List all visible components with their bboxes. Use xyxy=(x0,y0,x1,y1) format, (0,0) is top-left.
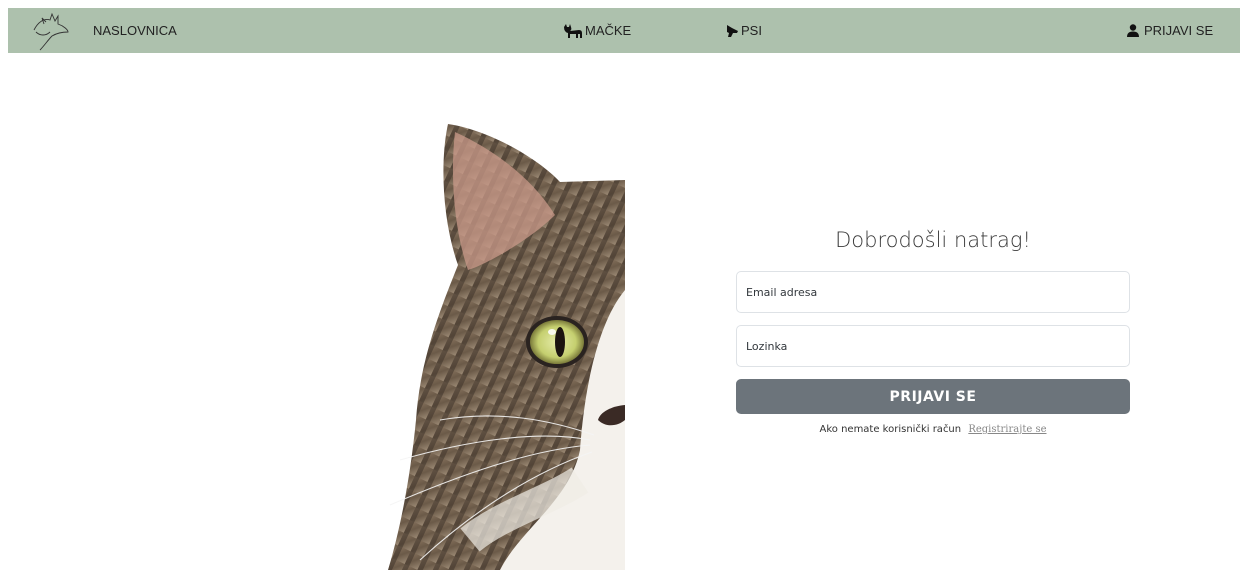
cat-dog-line-logo-icon[interactable] xyxy=(30,10,72,52)
nav-home-label: NASLOVNICA xyxy=(93,23,177,38)
nav-cats-link[interactable]: MAČKE xyxy=(563,8,631,53)
login-title: Dobrodošli natrag! xyxy=(835,228,1031,252)
nav-home-link[interactable]: NASLOVNICA xyxy=(93,8,177,53)
dog-icon xyxy=(727,24,738,37)
nav-cats-label: MAČKE xyxy=(585,23,632,38)
top-navbar: NASLOVNICA MAČKE PSI PRIJAVI SE xyxy=(8,8,1240,53)
email-field[interactable] xyxy=(736,271,1130,313)
nav-dogs-label: PSI xyxy=(741,23,762,38)
login-submit-button[interactable]: PRIJAVI SE xyxy=(736,379,1130,414)
nav-login-link[interactable]: PRIJAVI SE xyxy=(1126,8,1213,53)
nav-login-label: PRIJAVI SE xyxy=(1144,23,1214,38)
nav-dogs-link[interactable]: PSI xyxy=(725,8,762,53)
register-prompt-text: Ako nemate korisnički račun xyxy=(819,424,962,435)
cat-hero-image xyxy=(380,120,625,570)
user-icon xyxy=(1127,24,1139,37)
cat-icon xyxy=(564,23,582,38)
password-field[interactable] xyxy=(736,325,1130,367)
cat-face-illustration xyxy=(388,124,625,570)
register-link[interactable]: Registrirajte se xyxy=(968,424,1046,435)
register-prompt: Ako nemate korisnički račun Registrirajt… xyxy=(736,424,1130,435)
